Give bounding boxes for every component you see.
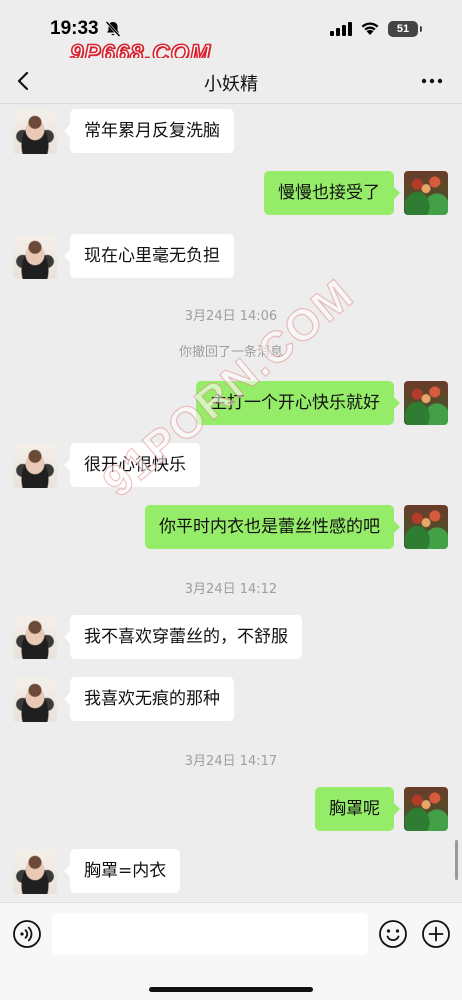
my-avatar[interactable]	[404, 381, 448, 425]
more-icon[interactable]	[420, 72, 444, 90]
status-time: 19:33	[50, 18, 99, 39]
message-list[interactable]: 常年累月反复洗脑 慢慢也接受了 现在心里毫无负担 3月24日 14:06 你撤回…	[0, 104, 462, 902]
my-avatar[interactable]	[404, 787, 448, 831]
home-indicator[interactable]	[149, 987, 313, 992]
timestamp: 3月24日 14:17	[184, 754, 278, 769]
timestamp: 3月24日 14:12	[184, 582, 278, 597]
recall-notice: 你撤回了一条消息	[178, 345, 283, 360]
message-bubble-incoming[interactable]: 常年累月反复洗脑	[64, 109, 234, 153]
my-avatar[interactable]	[404, 171, 448, 215]
message-bubble-incoming[interactable]: 我喜欢无痕的那种	[64, 677, 234, 721]
contact-avatar[interactable]	[13, 678, 57, 722]
plus-icon[interactable]	[421, 919, 451, 949]
message-bubble-outgoing[interactable]: 你平时内衣也是蕾丝性感的吧	[145, 505, 400, 549]
contact-avatar[interactable]	[13, 850, 57, 894]
message-bubble-outgoing[interactable]: 慢慢也接受了	[264, 171, 400, 215]
message-bubble-incoming[interactable]: 很开心很快乐	[64, 443, 200, 487]
timestamp: 3月24日 14:06	[184, 309, 278, 324]
message-bubble-incoming[interactable]: 我不喜欢穿蕾丝的，不舒服	[64, 615, 302, 659]
chat-header: 小妖精	[0, 58, 462, 104]
emoji-icon[interactable]	[378, 919, 408, 949]
bell-muted-icon	[105, 21, 121, 37]
wifi-icon	[361, 22, 379, 35]
battery-icon: 51	[388, 21, 422, 37]
contact-avatar[interactable]	[13, 444, 57, 488]
contact-avatar[interactable]	[13, 615, 57, 659]
voice-icon[interactable]	[12, 919, 42, 949]
message-bubble-outgoing[interactable]: 胸罩呢	[315, 787, 400, 831]
message-bubble-incoming[interactable]: 现在心里毫无负担	[64, 234, 234, 278]
message-input[interactable]	[52, 913, 368, 955]
chat-title: 小妖精	[204, 74, 258, 95]
message-bubble-outgoing[interactable]: 主打一个开心快乐就好	[196, 381, 400, 425]
status-bar: 19:33 9P668.COM 51	[0, 0, 462, 68]
my-avatar[interactable]	[404, 505, 448, 549]
contact-avatar[interactable]	[13, 110, 57, 154]
contact-avatar[interactable]	[13, 235, 57, 279]
message-bubble-incoming[interactable]: 胸罩=内衣	[63, 849, 181, 893]
input-bar	[0, 902, 462, 1000]
signal-icon	[330, 22, 352, 36]
scrollbar-thumb[interactable]	[455, 840, 458, 880]
